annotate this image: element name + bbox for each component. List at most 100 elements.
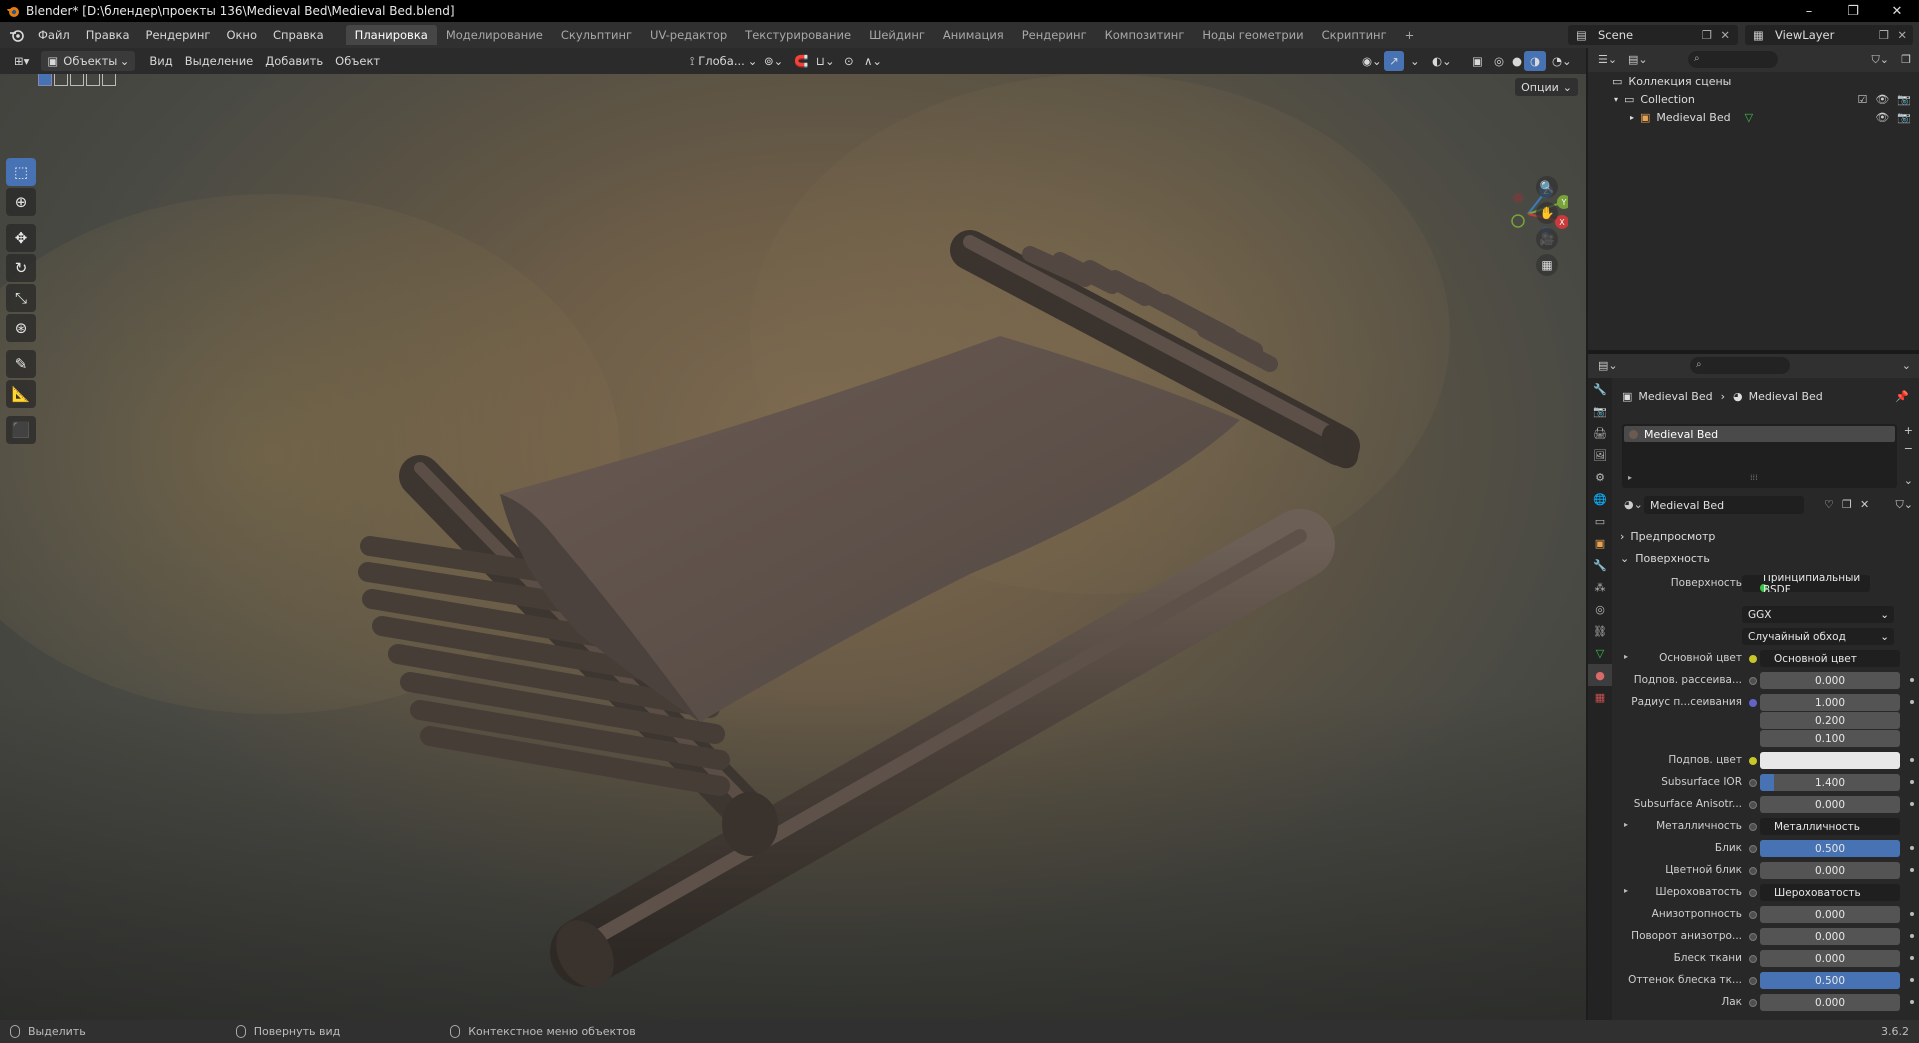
falloff-icon[interactable]: ∧⌄: [858, 51, 888, 71]
delete-scene-icon[interactable]: ✕: [1720, 28, 1730, 42]
preview-panel-header[interactable]: › Предпросмотр: [1620, 526, 1910, 546]
add-cube-tool-icon[interactable]: ⬛: [6, 416, 36, 444]
menu-add[interactable]: Добавить: [259, 51, 329, 71]
transform-tool-icon[interactable]: ⊛: [6, 314, 36, 342]
cursor-tool-icon[interactable]: ⊕: [6, 188, 36, 216]
rotate-tool-icon[interactable]: ↻: [6, 254, 36, 282]
subsurface-color-swatch[interactable]: [1760, 752, 1900, 769]
menu-render[interactable]: Рендеринг: [138, 28, 219, 42]
particles-tab-icon[interactable]: ⁂: [1588, 576, 1612, 598]
color-socket-icon[interactable]: [1749, 757, 1757, 765]
editor-type-icon[interactable]: ▤⌄: [1598, 359, 1618, 372]
distribution-dropdown[interactable]: GGX ⌄: [1742, 606, 1894, 623]
expand-arrow-icon[interactable]: ▸: [1628, 473, 1632, 482]
keyframe-dot-icon[interactable]: [1910, 678, 1914, 682]
new-scene-icon[interactable]: ❐: [1702, 28, 1712, 42]
surface-shader-field[interactable]: Принципиальный BSDF: [1742, 575, 1870, 592]
specular-slider[interactable]: 0.500: [1760, 840, 1900, 857]
delete-view-layer-icon[interactable]: ✕: [1897, 28, 1907, 42]
display-mode-icon[interactable]: ▤⌄: [1628, 53, 1648, 66]
socket-icon[interactable]: [1749, 911, 1757, 919]
expand-arrow-icon[interactable]: ▸: [1630, 113, 1634, 122]
material-name-field[interactable]: Medieval Bed: [1644, 496, 1804, 514]
workspace-tab-animation[interactable]: Анимация: [934, 25, 1013, 45]
workspace-tab-sculpting[interactable]: Скульптинг: [552, 25, 641, 45]
expand-arrow-icon[interactable]: ▸: [1624, 886, 1628, 895]
xray-icon[interactable]: ▣: [1466, 51, 1489, 71]
mode-dropdown[interactable]: ▣ Объекты ⌄: [41, 51, 136, 71]
scene-tab-icon[interactable]: ⚙: [1588, 466, 1612, 488]
world-tab-icon[interactable]: 🌐: [1588, 488, 1612, 510]
keyframe-dot-icon[interactable]: [1910, 912, 1914, 916]
expand-arrow-icon[interactable]: ▸: [1624, 820, 1628, 829]
subsurface-ior-slider[interactable]: 1.400: [1760, 774, 1900, 791]
resize-handle-icon[interactable]: ⁞⁞⁞: [1750, 473, 1758, 482]
surface-panel-header[interactable]: ⌄ Поверхность: [1620, 548, 1910, 568]
eye-icon[interactable]: 👁: [1875, 111, 1889, 124]
outliner-collection-row[interactable]: ▾ ▭ Collection ☑ 👁 📷: [1588, 90, 1919, 108]
camera-render-icon[interactable]: 📷: [1897, 111, 1911, 124]
camera-view-icon[interactable]: 🎥: [1536, 228, 1558, 250]
editor-type-icon[interactable]: ⊞▾: [8, 51, 35, 71]
output-tab-icon[interactable]: 🖨: [1588, 422, 1612, 444]
workspace-tab-compositing[interactable]: Композитинг: [1096, 25, 1194, 45]
gizmo-dropdown-icon[interactable]: ⌄: [1404, 51, 1426, 71]
eye-icon[interactable]: 👁: [1875, 93, 1889, 106]
socket-icon[interactable]: [1749, 845, 1757, 853]
pin-icon[interactable]: 📌: [1895, 390, 1909, 403]
socket-icon[interactable]: [1749, 801, 1757, 809]
menu-object[interactable]: Объект: [329, 51, 386, 71]
outliner-object-row[interactable]: ▸ ▣ Medieval Bed ▽ 👁 📷: [1588, 108, 1919, 126]
menu-file[interactable]: Файл: [30, 28, 78, 42]
modifier-tab-icon[interactable]: 🔧: [1588, 554, 1612, 576]
snap-target-icon[interactable]: ⊔⌄: [810, 51, 841, 71]
subsurface-method-dropdown[interactable]: Случайный обход ⌄: [1742, 628, 1894, 645]
add-slot-icon[interactable]: +: [1904, 424, 1913, 437]
maximize-button[interactable]: ❐: [1831, 0, 1875, 22]
socket-icon[interactable]: [1749, 779, 1757, 787]
visibility-icon[interactable]: ◉⌄: [1356, 51, 1388, 71]
socket-icon[interactable]: [1749, 823, 1757, 831]
view-layer-tab-icon[interactable]: 🖼: [1588, 444, 1612, 466]
select-box-tool-icon[interactable]: ⬚: [6, 158, 36, 186]
metallic-link-field[interactable]: Металличность: [1760, 818, 1900, 835]
socket-icon[interactable]: [1749, 933, 1757, 941]
view-layer-selector[interactable]: ▦ ViewLayer ❐ ✕: [1745, 25, 1913, 45]
color-socket-icon[interactable]: [1749, 655, 1757, 663]
anisotropic-rotation-field[interactable]: 0.000: [1760, 928, 1900, 945]
rendered-shading-icon[interactable]: ◔⌄: [1546, 51, 1578, 71]
vector-socket-icon[interactable]: [1749, 699, 1757, 707]
workspace-tab-texture-paint[interactable]: Текстурирование: [736, 25, 860, 45]
zoom-icon[interactable]: 🔍: [1536, 176, 1558, 198]
checkbox-icon[interactable]: ☑: [1857, 93, 1867, 106]
properties-search-input[interactable]: ⌕: [1690, 357, 1790, 374]
workspace-tab-layout[interactable]: Планировка: [345, 25, 437, 45]
render-tab-icon[interactable]: 📷: [1588, 400, 1612, 422]
menu-select[interactable]: Выделение: [179, 51, 260, 71]
keyframe-dot-icon[interactable]: [1910, 780, 1914, 784]
menu-view[interactable]: Вид: [143, 51, 178, 71]
socket-icon[interactable]: [1749, 677, 1757, 685]
specular-tint-field[interactable]: 0.000: [1760, 862, 1900, 879]
ortho-grid-icon[interactable]: ▦: [1536, 254, 1558, 276]
remove-slot-icon[interactable]: −: [1904, 442, 1913, 455]
keyframe-dot-icon[interactable]: [1910, 956, 1914, 960]
socket-icon[interactable]: [1749, 999, 1757, 1007]
scale-tool-icon[interactable]: ⤡: [6, 284, 36, 312]
material-browse-icon[interactable]: ◕⌄: [1624, 498, 1643, 511]
move-tool-icon[interactable]: ✥: [6, 224, 36, 252]
material-slot-item[interactable]: Medieval Bed: [1624, 426, 1895, 442]
sheen-tint-slider[interactable]: 0.500: [1760, 972, 1900, 989]
transform-orientation-dropdown[interactable]: ⟟ Глоба... ⌄: [684, 51, 763, 71]
base-color-link-field[interactable]: Основной цвет: [1760, 650, 1900, 667]
workspace-tab-scripting[interactable]: Скриптинг: [1313, 25, 1396, 45]
minimize-button[interactable]: –: [1787, 0, 1831, 22]
physics-tab-icon[interactable]: ◎: [1588, 598, 1612, 620]
expand-arrow-icon[interactable]: ▸: [1624, 652, 1628, 661]
overlays-icon[interactable]: ◐⌄: [1426, 51, 1458, 71]
new-collection-icon[interactable]: ❐: [1901, 53, 1911, 66]
proportional-edit-icon[interactable]: ⊙: [838, 51, 860, 71]
keyframe-dot-icon[interactable]: [1910, 1000, 1914, 1004]
gizmo-toggle-icon[interactable]: ↗: [1384, 51, 1404, 71]
workspace-tab-uv-editing[interactable]: UV-редактор: [641, 25, 736, 45]
